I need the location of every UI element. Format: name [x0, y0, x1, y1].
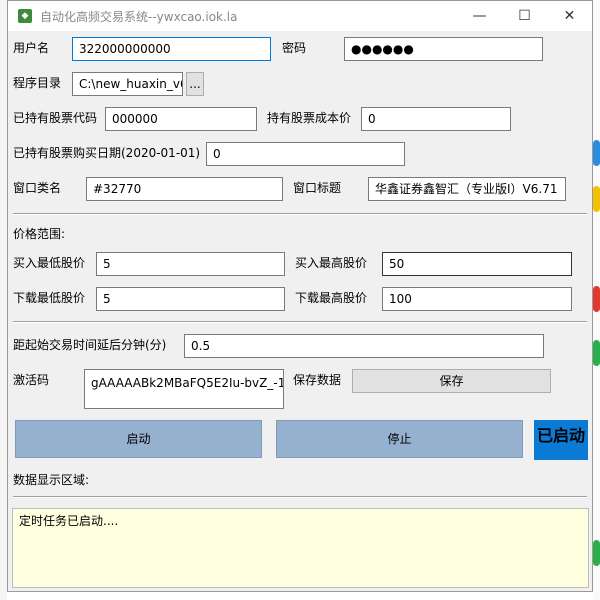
download-min-label: 下载最低股价: [13, 291, 86, 305]
buy-max-input[interactable]: 50: [382, 252, 572, 276]
window-title-input[interactable]: 华鑫证券鑫智汇（专业版Ⅰ）V6.71: [368, 177, 566, 201]
status-indicator: 已启动: [534, 420, 588, 460]
background-icon: [593, 186, 600, 212]
username-label: 用户名: [13, 41, 50, 55]
app-icon: ◆: [18, 9, 32, 23]
program-dir-input[interactable]: C:\new_huaxin_v6\: [72, 72, 183, 96]
cost-price-label: 持有股票成本价: [267, 111, 352, 125]
browse-button[interactable]: ...: [186, 72, 204, 96]
separator: [13, 321, 587, 323]
username-input[interactable]: 322000000000: [72, 37, 271, 61]
download-max-input[interactable]: 100: [382, 287, 572, 311]
separator: [13, 496, 587, 498]
price-range-label: 价格范围:: [13, 227, 66, 241]
delay-label: 距起始交易时间延后分钟(分): [13, 338, 167, 352]
background-icon: [593, 340, 600, 366]
window-class-label: 窗口类名: [13, 181, 62, 195]
password-label: 密码: [282, 41, 307, 55]
save-button[interactable]: 保存: [352, 369, 551, 393]
activation-input[interactable]: gAAAAABk2MBaFQ5E2Iu-bvZ_-1M: [84, 369, 284, 409]
activation-label: 激活码: [13, 373, 50, 387]
cost-price-input[interactable]: 0: [361, 107, 511, 131]
delay-input[interactable]: 0.5: [184, 334, 544, 358]
stock-code-label: 已持有股票代码: [13, 111, 98, 125]
buy-date-label: 已持有股票购买日期(2020-01-01): [13, 146, 201, 160]
background-window-left: [0, 0, 7, 600]
download-max-label: 下载最高股价: [295, 291, 368, 305]
minimize-button[interactable]: —: [457, 1, 502, 31]
program-dir-label: 程序目录: [13, 76, 62, 90]
log-output[interactable]: 定时任务已启动....: [12, 508, 589, 588]
client-area: 用户名 322000000000 密码 ●●●●●● 程序目录 C:\new_h…: [8, 31, 592, 591]
password-input[interactable]: ●●●●●●: [344, 37, 543, 61]
save-data-label: 保存数据: [293, 373, 342, 387]
start-button[interactable]: 启动: [15, 420, 262, 458]
stock-code-input[interactable]: 000000: [105, 107, 257, 131]
stop-button[interactable]: 停止: [276, 420, 523, 458]
data-area-label: 数据显示区域:: [13, 473, 90, 487]
window-class-input[interactable]: #32770: [86, 177, 283, 201]
window-title: 自动化高频交易系统--ywxcao.iok.la: [40, 10, 238, 24]
maximize-button[interactable]: ☐: [502, 1, 547, 31]
download-min-input[interactable]: 5: [96, 287, 285, 311]
background-icon: [593, 140, 600, 166]
buy-min-input[interactable]: 5: [96, 252, 285, 276]
close-button[interactable]: ✕: [547, 1, 592, 31]
buy-max-label: 买入最高股价: [295, 256, 368, 270]
buy-date-input[interactable]: 0: [206, 142, 405, 166]
buy-min-label: 买入最低股价: [13, 256, 86, 270]
background-icon: [593, 540, 600, 566]
app-window: ◆ 自动化高频交易系统--ywxcao.iok.la — ☐ ✕ 用户名 322…: [7, 0, 593, 592]
title-bar[interactable]: ◆ 自动化高频交易系统--ywxcao.iok.la — ☐ ✕: [8, 1, 592, 31]
window-title-label: 窗口标题: [293, 181, 342, 195]
separator: [13, 213, 587, 215]
background-icon: [593, 286, 600, 312]
